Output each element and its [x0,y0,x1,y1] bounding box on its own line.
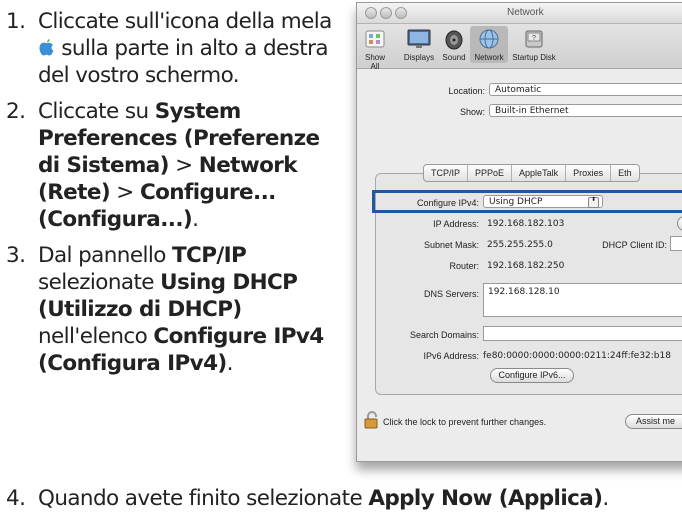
show-label: Show: [459,107,485,117]
step-number: 4. [6,486,26,511]
location-label: Location: [448,86,485,96]
step-text: . [602,486,609,511]
assist-me-button[interactable]: Assist me [625,414,682,429]
configure-ipv6-button[interactable]: Configure IPv6... [490,368,574,383]
network-icon [479,29,499,49]
step-text: . [226,351,234,376]
tab-bar: TCP/IP PPPoE AppleTalk Proxies Eth [423,164,640,182]
search-domains-label: Search Domains: [409,330,479,340]
displays-icon [407,29,431,48]
dns-servers-value: 192.168.128.10 [488,287,560,297]
step-text: Cliccate su [38,99,155,124]
ipv6-address-value: fe80:0000:0000:0000:0211:24ff:fe32:b18 [483,351,671,361]
search-domains-field[interactable] [483,326,682,341]
subnet-mask-value: 255.255.255.0 [487,240,553,250]
toolbar-network[interactable]: Network [470,26,508,63]
step-text: > [168,153,199,178]
step-text: sulla parte in alto a destra del vostro … [38,36,329,88]
dhcp-client-id-label: DHCP Client ID: [602,240,667,250]
toolbar-label: Startup Disk [512,53,556,62]
ip-address-value: 192.168.182.103 [487,219,565,229]
window-title: Network [507,7,544,18]
instructions: 1. Cliccate sull'icona della mela sulla … [6,8,342,386]
step-text: Quando avete finito selezionate [38,486,369,511]
toolbar-label: Displays [403,53,435,62]
step-number: 2. [6,99,26,124]
step-text: > [110,180,140,205]
step-number: 3. [6,243,26,268]
title-bar: Network [357,3,682,24]
tab-proxies[interactable]: Proxies [566,165,612,181]
toolbar-show-all[interactable]: Show All [360,28,390,71]
tab-appletalk[interactable]: AppleTalk [512,165,567,181]
step-text: selezionate [38,270,161,295]
toolbar-startup-disk[interactable]: ? Startup Disk [508,28,560,62]
step-3: 3. Dal pannello TCP/IP selezionate Using… [6,242,342,377]
tab-tcpip[interactable]: TCP/IP [424,165,469,181]
network-pane: Location: Automatic Show: Built-in Ether… [357,69,682,461]
lock-message: Click the lock to prevent further change… [383,417,547,427]
ip-address-label: IP Address: [433,219,479,229]
dhcp-client-id-field[interactable] [670,236,682,251]
show-value: Built-in Ethernet [495,106,569,116]
step-text: nell'elenco [38,324,154,349]
location-popup[interactable]: Automatic [489,83,682,96]
tab-ethernet[interactable]: Eth [611,165,639,181]
step-text: Dal pannello [38,243,172,268]
step-bold: Apply Now (Applica) [368,486,603,511]
ipv6-address-label: IPv6 Address: [423,351,479,361]
toolbar-sound[interactable]: Sound [440,28,468,62]
step-text: Cliccate sull'icona della mela [38,9,332,34]
step-4: 4. Quando avete finito selezionate Apply … [6,485,609,512]
startup-disk-icon: ? [525,30,543,48]
show-all-icon [365,30,385,48]
step-bold: TCP/IP [171,243,247,268]
show-popup[interactable]: Built-in Ethernet [489,104,682,117]
toolbar-displays[interactable]: Displays [401,28,437,62]
svg-text:?: ? [532,35,536,42]
location-value: Automatic [495,85,542,95]
router-label: Router: [449,261,479,271]
router-value: 192.168.182.250 [487,261,565,271]
dns-servers-field[interactable]: 192.168.128.10 [483,283,682,317]
step-number: 1. [6,9,26,34]
toolbar: Show All Displays Sound Network ? Startu… [357,24,682,71]
tab-pppoe[interactable]: PPPoE [468,165,513,181]
close-button[interactable] [365,7,377,19]
subnet-mask-label: Subnet Mask: [423,240,479,250]
step-2: 2. Cliccate su System Preferences (Prefe… [6,98,342,233]
minimize-button[interactable] [380,7,392,19]
network-window: Network Show All Displays Sound Network … [356,2,682,462]
sound-icon [445,30,463,50]
dns-servers-label: DNS Servers: [423,289,479,299]
zoom-button[interactable] [395,7,407,19]
configure-ipv4-highlight [372,190,682,213]
step-text: . [192,207,199,232]
apple-icon [38,37,55,56]
lock-icon[interactable] [364,411,380,431]
toolbar-label: Sound [442,53,466,62]
toolbar-label: Network [474,53,504,62]
step-1: 1. Cliccate sull'icona della mela sulla … [6,8,342,89]
